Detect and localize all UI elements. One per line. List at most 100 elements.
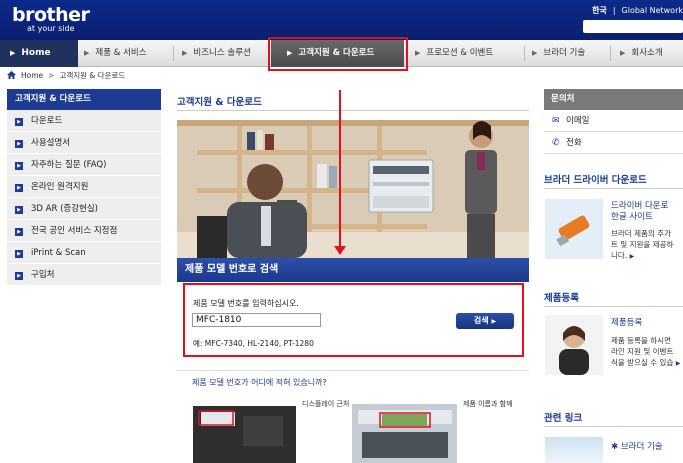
section-divider <box>544 306 683 307</box>
highlight-arrow-line <box>339 90 341 250</box>
sidebar-item-label: 다운로드 <box>31 116 63 126</box>
contact-email[interactable]: ✉ 이메일 <box>544 110 683 132</box>
model-example: 예: MFC-7340, HL-2140, PT-1280 <box>193 339 314 348</box>
section-divider <box>177 370 529 371</box>
nav-promotion[interactable]: ▶ 프로모션 & 이벤트 <box>415 40 493 67</box>
breadcrumb: Home > 고객지원 & 다운로드 <box>7 70 125 82</box>
nav-arrow-icon: ▶ <box>10 49 16 57</box>
sidebar-item-label: 3D AR (증강현실) <box>31 204 98 214</box>
device-display-image <box>193 398 296 463</box>
envelope-icon: ✉ <box>552 116 560 126</box>
sidebar-item-faq[interactable]: ▶ 자주하는 질문 (FAQ) <box>7 154 161 176</box>
sidebar-item-label: 자주하는 질문 (FAQ) <box>31 160 107 170</box>
register-link-title[interactable]: 제품등록 <box>611 318 642 329</box>
driver-body-line: 브라더 제품의 추가 <box>611 229 671 238</box>
nav-arrow-icon: ▶ <box>620 49 626 57</box>
global-network-link[interactable]: Global Network <box>622 6 683 15</box>
gear-icon: ✱ <box>611 442 619 452</box>
driver-title-line: 한글 사이트 <box>611 212 653 222</box>
nav-products[interactable]: ▶ 제품 & 서비스 <box>84 40 147 67</box>
nav-technology[interactable]: ▶ 브라더 기술 <box>532 40 585 67</box>
nav-label: 프로모션 & 이벤트 <box>426 48 494 58</box>
model-location-title[interactable]: 제품 모델 번호가 어디에 적혀 있습니까? <box>192 377 327 388</box>
related-link-label: 브라더 기술 <box>620 442 663 452</box>
title-divider <box>177 110 529 111</box>
driver-title-line: 드라이버 다운로 <box>611 201 669 211</box>
breadcrumb-separator: > <box>48 71 55 80</box>
search-panel-heading: 제품 모델 번호로 검색 <box>177 258 529 282</box>
nav-arrow-icon: ▶ <box>415 49 421 57</box>
phone-icon: ✆ <box>552 138 560 148</box>
nav-label: 비즈니스 솔루션 <box>193 48 251 58</box>
device-name-image <box>352 398 457 463</box>
model-number-label: 제품 모델 번호를 입력하십시오. <box>193 299 299 308</box>
nav-home[interactable]: ▶ Home <box>0 40 78 67</box>
highlight-arrow-head-icon <box>334 246 346 255</box>
register-body-line: 식을 받으실 수 있습 <box>611 358 674 367</box>
contact-phone-label: 전화 <box>566 138 582 148</box>
home-icon <box>7 71 16 81</box>
sidebar-item-label: 온라인 원격지원 <box>31 182 89 192</box>
driver-body-line: 트 및 지원을 제공하 <box>611 240 674 249</box>
section-divider <box>544 426 683 427</box>
sidebar-item-where-to-buy[interactable]: ▶ 구입처 <box>7 264 161 286</box>
more-arrow-icon[interactable]: ▶ <box>630 253 635 260</box>
nav-divider <box>610 46 611 61</box>
sidebar-item-3d-ar[interactable]: ▶ 3D AR (증강현실) <box>7 198 161 220</box>
driver-body-line: 니다. <box>611 251 628 260</box>
bullet-arrow-icon: ▶ <box>15 228 23 236</box>
site-header: brother at your side 한국 | Global Network <box>0 0 683 40</box>
nav-label: 회사소개 <box>631 48 663 58</box>
related-link-image <box>545 437 603 463</box>
sidebar-item-remote-support[interactable]: ▶ 온라인 원격지원 <box>7 176 161 198</box>
nav-home-label: Home <box>21 48 51 58</box>
logo-tagline: at your side <box>27 24 75 33</box>
search-button[interactable]: 검색 ▶ <box>456 313 514 329</box>
contact-email-label: 이메일 <box>566 116 590 126</box>
breadcrumb-home-link[interactable]: Home <box>21 71 43 80</box>
arrow-right-icon: ▶ <box>491 318 497 325</box>
bullet-arrow-icon: ▶ <box>15 184 23 192</box>
register-section-title: 제품등록 <box>544 293 579 304</box>
support-agent-image <box>545 315 603 375</box>
bullet-arrow-icon: ▶ <box>15 206 23 214</box>
sidebar-title: 고객지원 & 다운로드 <box>7 89 161 110</box>
highlight-box-nav <box>268 37 408 71</box>
bullet-arrow-icon: ▶ <box>15 250 23 258</box>
nav-divider <box>173 46 174 61</box>
sidebar-item-iprint-scan[interactable]: ▶ iPrint & Scan <box>7 242 161 264</box>
nav-arrow-icon: ▶ <box>84 49 90 57</box>
register-description: 제품 등록을 하시면 라인 지원 및 이벤트 식을 받으실 수 있습 ▶ <box>611 335 683 369</box>
bullet-arrow-icon: ▶ <box>15 272 23 280</box>
nav-business[interactable]: ▶ 비즈니스 솔루션 <box>182 40 251 67</box>
driver-section-title: 브라더 드라이버 다운로드 <box>544 175 647 186</box>
bullet-arrow-icon: ▶ <box>15 140 23 148</box>
sidebar-item-download[interactable]: ▶ 다운로드 <box>7 110 161 132</box>
bullet-arrow-icon: ▶ <box>15 162 23 170</box>
language-link[interactable]: 한국 <box>592 6 607 15</box>
breadcrumb-current: 고객지원 & 다운로드 <box>59 71 126 80</box>
device-display-label: 디스플레이 근처 <box>302 400 350 408</box>
header-separator: | <box>612 6 616 15</box>
right-column: 문의처 ✉ 이메일 ✆ 전화 <box>544 89 683 154</box>
page-title: 고객지원 & 다운로드 <box>177 97 262 108</box>
sidebar-item-service-centers[interactable]: ▶ 전국 공인 서비스 지정점 <box>7 220 161 242</box>
nav-label: 제품 & 서비스 <box>95 48 147 58</box>
bullet-arrow-icon: ▶ <box>15 118 23 126</box>
left-sidebar: 고객지원 & 다운로드 ▶ 다운로드 ▶ 사용설명서 ▶ 자주하는 질문 (FAQ) … <box>7 89 161 286</box>
related-link-technology[interactable]: ✱ 브라더 기술 <box>611 440 663 452</box>
more-arrow-icon[interactable]: ▶ <box>676 360 681 367</box>
brother-logo[interactable]: brother <box>12 4 90 26</box>
sidebar-item-label: iPrint & Scan <box>31 248 86 258</box>
nav-company[interactable]: ▶ 회사소개 <box>620 40 663 67</box>
sidebar-item-label: 사용설명서 <box>31 138 71 148</box>
sidebar-item-manuals[interactable]: ▶ 사용설명서 <box>7 132 161 154</box>
sidebar-item-label: 전국 공인 서비스 지정점 <box>31 226 118 236</box>
nav-arrow-icon: ▶ <box>532 49 538 57</box>
driver-link-title[interactable]: 드라이버 다운로 한글 사이트 <box>611 201 668 223</box>
contact-title: 문의처 <box>544 89 683 110</box>
model-number-input[interactable] <box>192 313 321 327</box>
links-section-title: 관련 링크 <box>544 413 583 424</box>
contact-phone[interactable]: ✆ 전화 <box>544 132 683 154</box>
header-search-input[interactable] <box>583 20 683 33</box>
